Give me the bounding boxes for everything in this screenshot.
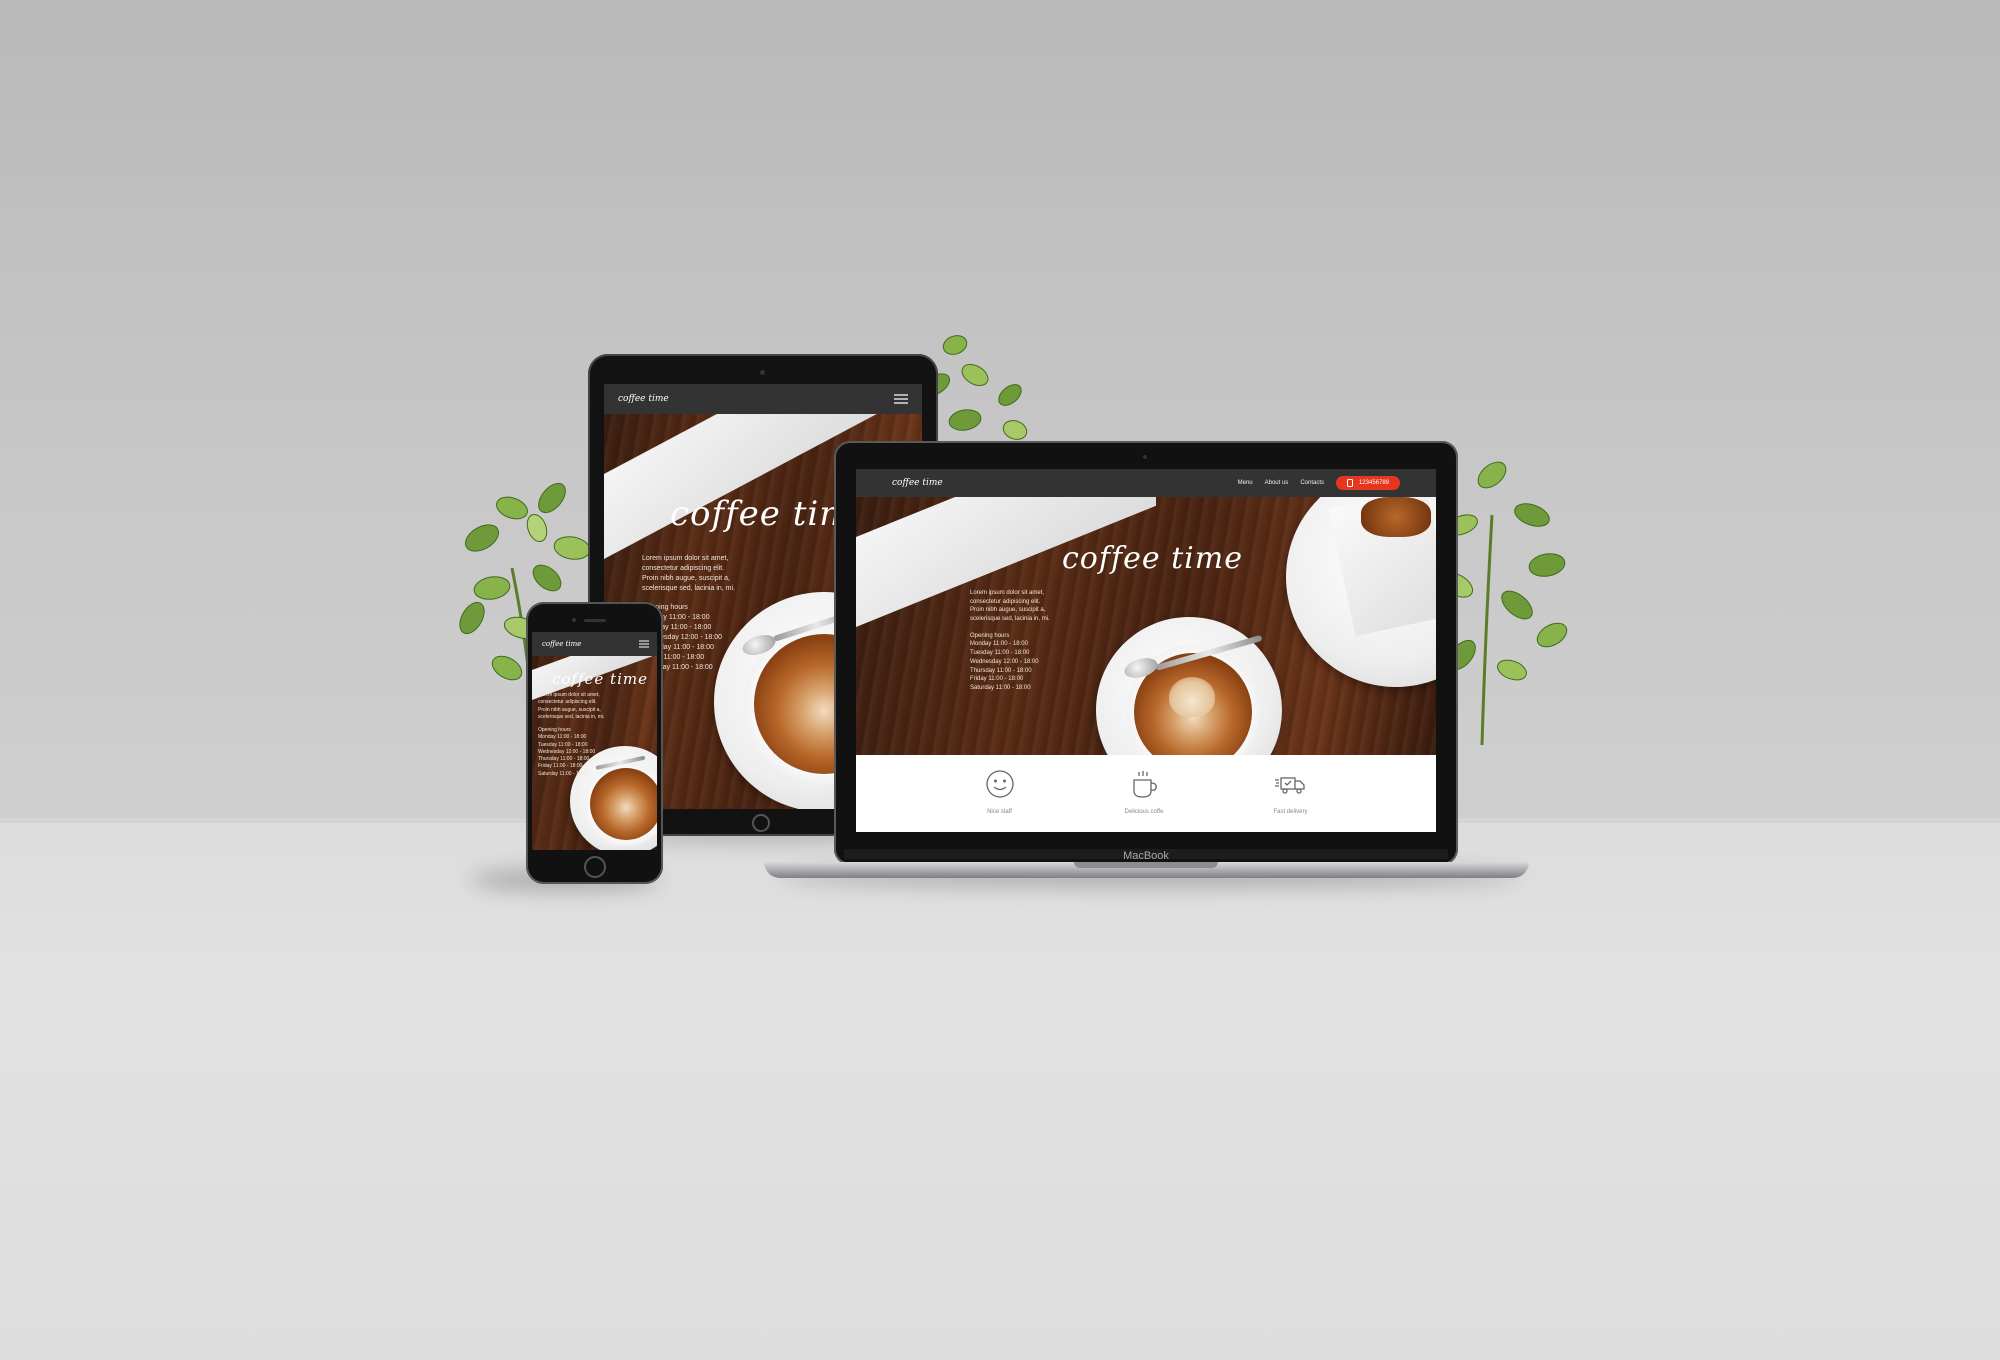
intro-line: Proin nibh augue, suscipit a, xyxy=(642,575,730,583)
delivery-truck-icon xyxy=(1275,777,1306,794)
background-floor xyxy=(0,820,2000,1360)
hours-line: Friday 11:00 - 18:00 xyxy=(970,676,1024,683)
call-button-number: 123456789 xyxy=(1358,480,1390,486)
feature-label: Delicious coffe xyxy=(1124,809,1164,815)
laptop-hero-copy: Lorem ipsum dolor sit amet, consectetur … xyxy=(970,589,1050,693)
tablet-nav: coffee time xyxy=(604,384,922,414)
phone-hero: coffee time Lorem ipsum dolor sit amet, … xyxy=(532,656,657,850)
coffee-latte xyxy=(590,768,657,840)
hours-line: Saturday 11:00 - 18:00 xyxy=(538,770,589,777)
phone-home-button[interactable] xyxy=(584,856,606,878)
phone-device: coffee time coffee time Lorem ipsum dolo… xyxy=(526,602,663,884)
intro-line: scelerisque sed, lacinia in, mi. xyxy=(970,616,1050,623)
hours-line: Wednesday 12:00 - 18:00 xyxy=(538,748,596,755)
feature-delicious-coffee: Delicious coffe xyxy=(1124,769,1164,832)
tablet-home-button[interactable] xyxy=(752,814,770,832)
hamburger-menu-icon[interactable] xyxy=(894,394,908,404)
hours-line: Thursday 11:00 - 18:00 xyxy=(538,756,590,762)
laptop-brand-label: MacBook xyxy=(1123,850,1169,862)
latte-art-heart xyxy=(1169,677,1215,717)
hours-line: Thursday 11:00 - 18:00 xyxy=(970,667,1032,674)
laptop-screen: coffee time Menu About us Contacts 12345… xyxy=(856,469,1436,832)
hours-title: Opening hours xyxy=(970,632,1010,639)
smiley-icon xyxy=(985,770,1014,798)
hours-line: Tuesday 11:00 - 18:00 xyxy=(538,741,588,748)
phone-hero-title: coffee time xyxy=(552,670,648,688)
phone-nav: coffee time xyxy=(532,632,657,656)
intro-line: consectetur adipiscing elit. xyxy=(970,598,1041,605)
nav-menu-link[interactable]: Menu xyxy=(1238,480,1253,486)
phone-hero-copy: Lorem ipsum dolor sit amet, consectetur … xyxy=(538,692,604,778)
feature-nice-staff: Nice staff xyxy=(985,769,1015,832)
intro-line: Lorem ipsum dolor sit amet, xyxy=(642,555,729,562)
tablet-camera xyxy=(760,370,765,375)
hours-title: Opening hours xyxy=(538,727,571,733)
nav-contacts-link[interactable]: Contacts xyxy=(1300,480,1324,486)
laptop-hero-title: coffee time xyxy=(1062,541,1243,576)
laptop-device: coffee time Menu About us Contacts 12345… xyxy=(834,441,1458,865)
phone-icon xyxy=(1346,479,1353,487)
hours-line: Friday 11:00 - 18:00 xyxy=(538,763,583,770)
feature-fast-delivery: Fast delivery xyxy=(1273,769,1307,832)
laptop-camera xyxy=(1143,455,1147,459)
intro-line: scelerisque sed, lacinia in, mi. xyxy=(642,585,735,593)
hamburger-menu-icon[interactable] xyxy=(639,640,649,648)
hours-line: Wednesday 12:00 - 18:00 xyxy=(970,658,1039,665)
intro-line: Proin nibh augue, suscipit a, xyxy=(970,607,1046,614)
laptop-hero: coffee time Lorem ipsum dolor sit amet, … xyxy=(856,497,1436,755)
hours-line: Monday 11:00 - 18:00 xyxy=(538,734,587,741)
intro-line: scelerisque sed, lacinia in, mi. xyxy=(538,713,605,720)
phone-speaker xyxy=(584,619,606,622)
hours-line: Monday 11:00 - 18:00 xyxy=(970,641,1028,648)
phone-camera xyxy=(572,618,576,622)
feature-label: Nice staff xyxy=(987,809,1012,815)
hours-line: Saturday 11:00 - 18:00 xyxy=(970,684,1031,691)
mockup-scene: coffee time coffee time Lorem ipsum dolo… xyxy=(0,0,2000,1360)
call-button[interactable]: 123456789 xyxy=(1336,476,1400,490)
hours-line: Tuesday 11:00 - 18:00 xyxy=(970,650,1030,657)
phone-screen: coffee time coffee time Lorem ipsum dolo… xyxy=(532,632,657,850)
phone-logo[interactable]: coffee time xyxy=(542,640,581,648)
laptop-logo[interactable]: coffee time xyxy=(892,478,943,488)
intro-line: Proin nibh augue, suscipit a, xyxy=(538,706,601,713)
laptop-nav: coffee time Menu About us Contacts 12345… xyxy=(856,469,1436,497)
nav-about-link[interactable]: About us xyxy=(1265,480,1289,486)
laptop-hinge-notch xyxy=(1074,862,1218,868)
coffee-cup-icon xyxy=(1133,771,1157,798)
croissant xyxy=(1361,497,1431,537)
intro-line: consectetur adipiscing elit. xyxy=(538,699,597,706)
features-strip: Nice staff Delicious coffe Fast delivery xyxy=(856,755,1436,832)
intro-line: consectetur adipiscing elit. xyxy=(642,565,725,573)
intro-line: Lorem ipsum dolor sit amet, xyxy=(970,590,1045,596)
feature-label: Fast delivery xyxy=(1273,809,1308,815)
tablet-logo[interactable]: coffee time xyxy=(618,394,669,404)
intro-line: Lorem ipsum dolor sit amet, xyxy=(538,692,600,698)
